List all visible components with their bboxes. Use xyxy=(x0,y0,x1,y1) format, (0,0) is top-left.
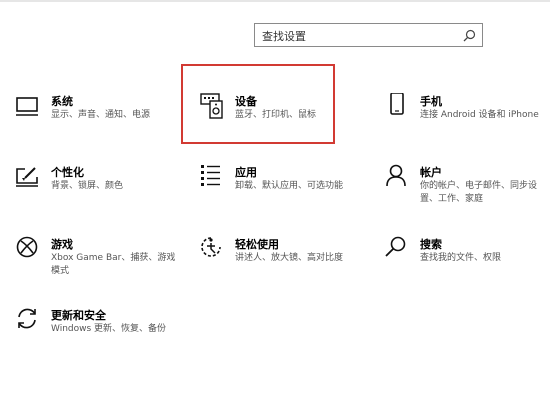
tile-title: 帐户 xyxy=(420,166,442,179)
top-divider xyxy=(0,0,550,2)
tile-subtitle: 背景、锁屏、颜色 xyxy=(51,181,124,191)
search-settings-input[interactable]: 查找设置 xyxy=(254,23,483,47)
brush-screen-icon xyxy=(16,167,38,187)
tile-subtitle: Xbox Game Bar、捕获、游戏模式 xyxy=(51,253,176,276)
tile-subtitle: Windows 更新、恢复、备份 xyxy=(51,324,167,334)
tile-title: 轻松使用 xyxy=(235,238,279,251)
apps-list-icon xyxy=(201,165,220,186)
search-placeholder: 查找设置 xyxy=(262,30,306,43)
tile-title: 搜索 xyxy=(420,238,442,251)
ease-of-access-icon xyxy=(201,237,221,257)
person-icon xyxy=(386,164,406,187)
monitor-icon xyxy=(16,97,38,116)
tile-subtitle: 讲述人、放大镜、高对比度 xyxy=(235,253,344,263)
tile-accounts[interactable]: 帐户 你的帐户、电子邮件、同步设置、工作、家庭 xyxy=(385,164,537,214)
tile-title: 更新和安全 xyxy=(51,309,106,322)
tile-title: 游戏 xyxy=(51,238,73,251)
tile-title: 个性化 xyxy=(51,166,84,179)
tile-subtitle: 显示、声音、通知、电源 xyxy=(51,110,151,120)
tile-phone[interactable]: 手机 连接 Android 设备和 iPhone xyxy=(385,93,539,143)
search-icon xyxy=(385,236,406,257)
xbox-icon xyxy=(16,236,38,258)
tile-search[interactable]: 搜索 查找我的文件、权限 xyxy=(385,236,535,286)
tile-update-security[interactable]: 更新和安全 Windows 更新、恢复、备份 xyxy=(16,307,166,357)
tile-title: 应用 xyxy=(235,166,257,179)
tile-gaming[interactable]: 游戏 Xbox Game Bar、捕获、游戏模式 xyxy=(16,236,175,286)
tile-system[interactable]: 系统 显示、声音、通知、电源 xyxy=(16,93,166,143)
search-icon[interactable] xyxy=(463,29,476,42)
tile-title: 手机 xyxy=(420,95,442,108)
tile-subtitle: 卸载、默认应用、可选功能 xyxy=(235,181,344,191)
sync-icon xyxy=(18,308,36,329)
tile-ease-of-access[interactable]: 轻松使用 讲述人、放大镜、高对比度 xyxy=(200,236,350,286)
phone-icon xyxy=(390,93,404,115)
tile-subtitle: 你的帐户、电子邮件、同步设置、工作、家庭 xyxy=(420,181,538,204)
tile-subtitle: 连接 Android 设备和 iPhone xyxy=(420,110,539,120)
devices-highlight-box xyxy=(181,64,335,144)
tile-title: 系统 xyxy=(51,95,73,108)
tile-personalization[interactable]: 个性化 背景、锁屏、颜色 xyxy=(16,164,166,214)
tile-apps[interactable]: 应用 卸载、默认应用、可选功能 xyxy=(200,164,350,214)
tile-subtitle: 查找我的文件、权限 xyxy=(420,253,502,263)
